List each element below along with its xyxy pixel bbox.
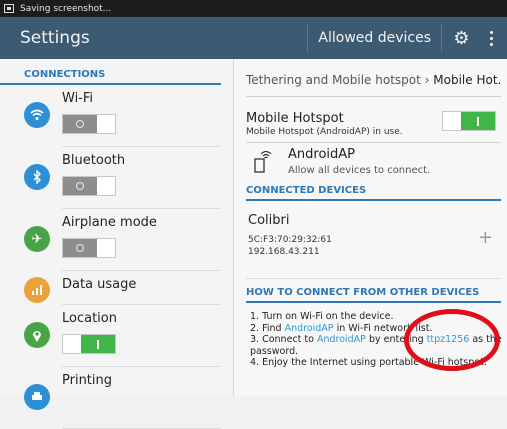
annotation-circle <box>404 309 500 371</box>
hotspot-device-icon <box>254 151 272 173</box>
settings-sidebar: CONNECTIONS Wi-Fi Bluetooth ✈ Airplane m… <box>0 59 234 429</box>
status-bar: Saving screenshot... <box>0 0 507 17</box>
sidebar-item-airplane-mode[interactable]: ✈ Airplane mode <box>24 209 221 271</box>
status-text: Saving screenshot... <box>20 3 112 14</box>
location-toggle[interactable] <box>62 334 116 354</box>
connected-device-row[interactable]: Colibri 5C:F3:70:29:32:61 192.168.43.211… <box>246 201 501 279</box>
action-bar: Settings Allowed devices ⚙ <box>0 17 507 59</box>
airplane-icon: ✈ <box>24 226 50 252</box>
allowed-devices-button[interactable]: Allowed devices <box>307 24 441 52</box>
device-mac: 5C:F3:70:29:32:61 <box>248 235 332 245</box>
location-icon <box>24 322 50 348</box>
ap-name-link: AndroidAP <box>316 334 366 345</box>
sidebar-item-label: Printing <box>62 373 113 388</box>
mobile-hotspot-status: Mobile Hotspot (AndroidAP) in use. <box>246 127 403 137</box>
sidebar-item-data-usage[interactable]: Data usage <box>24 271 221 305</box>
sidebar-item-label: Location <box>62 311 117 326</box>
ap-name-link: AndroidAP <box>284 322 334 334</box>
sidebar-item-wifi[interactable]: Wi-Fi <box>24 85 221 147</box>
sidebar-item-label: Data usage <box>62 277 137 292</box>
wifi-icon <box>24 102 50 128</box>
wifi-toggle[interactable] <box>62 114 116 134</box>
add-device-icon[interactable]: + <box>478 227 493 248</box>
access-point-row[interactable]: AndroidAP Allow all devices to connect. <box>246 143 501 185</box>
sidebar-item-location[interactable]: Location <box>24 305 221 367</box>
mobile-hotspot-title: Mobile Hotspot <box>246 111 344 126</box>
breadcrumb: Tethering and Mobile hotspot › Mobile Ho… <box>246 59 501 97</box>
access-point-name: AndroidAP <box>288 147 355 162</box>
screenshot-icon <box>4 4 14 13</box>
device-details: 5C:F3:70:29:32:61 192.168.43.211 <box>248 234 332 258</box>
airplane-mode-toggle[interactable] <box>62 238 116 258</box>
gear-icon[interactable]: ⚙ <box>441 24 481 52</box>
access-point-desc: Allow all devices to connect. <box>288 165 431 176</box>
bluetooth-icon <box>24 164 50 190</box>
mobile-hotspot-row[interactable]: Mobile Hotspot Mobile Hotspot (AndroidAP… <box>246 97 501 143</box>
connections-header: CONNECTIONS <box>0 59 221 85</box>
printing-icon <box>24 384 50 410</box>
bluetooth-toggle[interactable] <box>62 176 116 196</box>
sidebar-item-label: Airplane mode <box>62 215 157 230</box>
overflow-menu-icon[interactable] <box>481 24 501 52</box>
connected-devices-header: CONNECTED DEVICES <box>246 185 501 201</box>
device-name: Colibri <box>248 213 290 228</box>
device-ip: 192.168.43.211 <box>248 247 320 257</box>
page-title: Settings <box>20 28 90 48</box>
breadcrumb-separator: › <box>424 73 430 87</box>
sidebar-item-bluetooth[interactable]: Bluetooth <box>24 147 221 209</box>
breadcrumb-parent[interactable]: Tethering and Mobile hotspot <box>246 73 421 87</box>
breadcrumb-current: Mobile Hot.. <box>433 73 501 87</box>
mobile-hotspot-toggle[interactable] <box>442 111 496 131</box>
how-to-connect-header: HOW TO CONNECT FROM OTHER DEVICES <box>246 287 501 303</box>
sidebar-item-label: Wi-Fi <box>62 91 94 106</box>
sidebar-item-printing[interactable]: Printing <box>24 367 221 429</box>
data-usage-icon <box>24 277 50 303</box>
sidebar-item-label: Bluetooth <box>62 153 126 168</box>
